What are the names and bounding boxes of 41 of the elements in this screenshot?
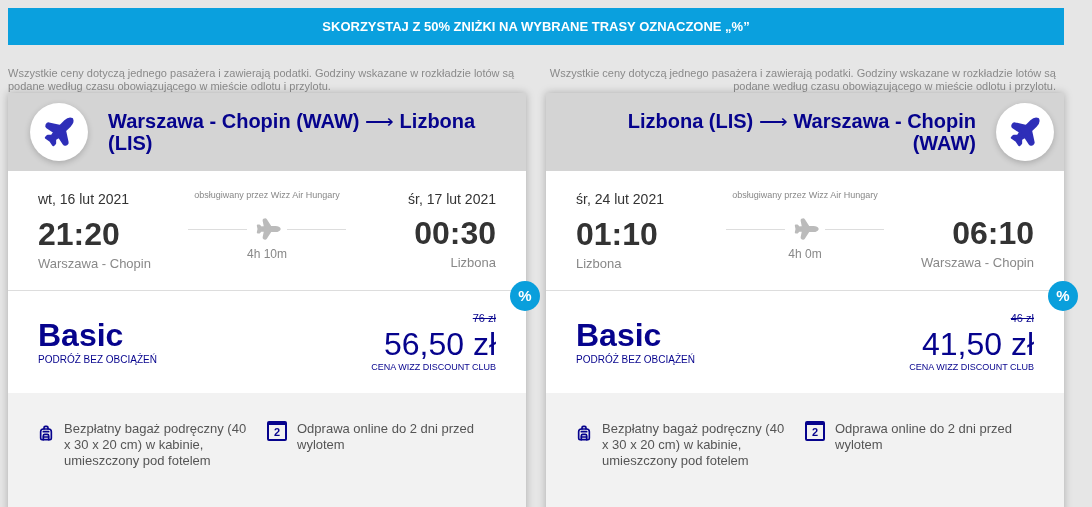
arrival-city: Lizbona — [450, 254, 496, 272]
departure-time: 01:10 — [576, 215, 659, 254]
old-price: 46 zł — [1010, 311, 1034, 326]
departure-date: wt, 16 lut 2021 — [38, 190, 131, 209]
flight-duration: 4h 0m — [788, 246, 822, 263]
fare-name: Basic — [38, 317, 125, 352]
operator-text: obsługiwany przez Wizz Air Hungary — [194, 189, 340, 202]
calendar-icon: 2 — [805, 421, 825, 441]
calendar-icon: 2 — [267, 421, 287, 441]
fare-subtitle: PODRÓŻ BEZ OBCIĄŻEŃ — [38, 352, 157, 367]
price-label: CENA WIZZ DISCOUNT CLUB — [371, 360, 496, 374]
departure-city: Warszawa - Chopin — [38, 255, 152, 273]
route-title: Warszawa - Chopin (WAW) ⟶ Lizbona (LIS) — [108, 110, 477, 154]
departure-time: 21:20 — [38, 215, 121, 254]
airplane-icon — [42, 115, 76, 149]
backpack-icon — [576, 423, 592, 443]
route-title: Lizbona (LIS) ⟶ Warszawa - Chopin (WAW) — [626, 110, 976, 154]
feature-text: Bezpłatny bagaż podręczny (40 x 30 x 20 cm) w kabinie, umieszczony pod fotelem — [602, 421, 786, 469]
feature-text: Bezpłatny bagaż podręczny (40 x 30 x 20 cm) w kabinie, umieszczony pod fotelem — [64, 421, 248, 469]
discount-badge: % — [510, 281, 540, 311]
feature-text: Odprawa online do 2 dni przed wylotem — [297, 421, 476, 453]
old-price: 76 zł — [472, 311, 496, 326]
price-label: CENA WIZZ DISCOUNT CLUB — [909, 360, 1034, 374]
arrival-date: śr, 17 lut 2021 — [408, 190, 496, 209]
discount-badge: % — [1048, 281, 1078, 311]
promo-banner: SKORZYSTAJ Z 50% ZNIŻKI NA WYBRANE TRASY OZNACZONE „%” — [8, 8, 1064, 45]
backpack-icon — [38, 423, 54, 443]
fare-subtitle: PODRÓŻ BEZ OBCIĄŻEŃ — [576, 352, 695, 367]
airplane-icon — [1008, 115, 1042, 149]
price: 56,50 zł — [383, 326, 496, 361]
feature-text: Odprawa online do 2 dni przed wylotem — [835, 421, 1014, 453]
price: 41,50 zł — [921, 326, 1034, 361]
departure-date: śr, 24 lut 2021 — [576, 190, 665, 209]
price-note: Wszystkie ceny dotyczą jednego pasażera i zawierają podatki. Godziny wskazane w rozkładzie lotów są podane według czasu obowiązującego w mieście odlotu i przylotu. — [548, 67, 1057, 93]
operator-text: obsługiwany przez Wizz Air Hungary — [732, 189, 878, 202]
arrival-time: 06:10 — [952, 214, 1034, 253]
departure-city: Lizbona — [576, 255, 623, 273]
flight-duration: 4h 10m — [247, 246, 287, 263]
fare-name: Basic — [576, 317, 663, 352]
arrival-time: 00:30 — [414, 214, 496, 253]
arrival-city: Warszawa - Chopin — [921, 254, 1034, 272]
